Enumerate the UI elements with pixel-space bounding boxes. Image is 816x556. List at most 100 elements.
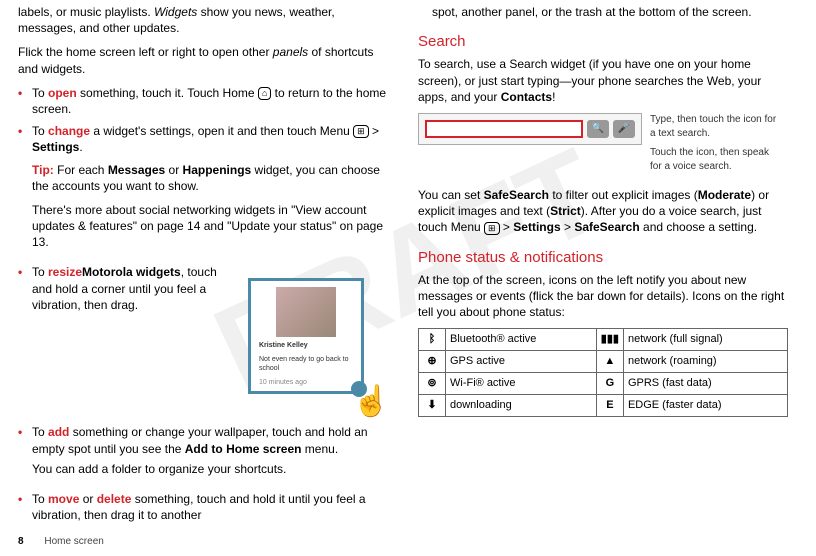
bullet-resize: • Kristine Kelley Not even ready to go b… (18, 264, 388, 418)
annotation-voice-search: Touch the icon, then speak for a voice s… (650, 146, 780, 173)
text: To (32, 265, 48, 279)
table-row: ᛒ Bluetooth® active ▮▮▮ network (full si… (419, 329, 788, 351)
bullet-move-delete: • To move or delete something, touch and… (18, 491, 388, 523)
roaming-icon: ▲ (596, 351, 623, 373)
widget-frame: Kristine Kelley Not even ready to go bac… (248, 278, 364, 394)
widget-status-text: Not even ready to go back to school (251, 353, 361, 376)
open-keyword: open (48, 86, 77, 100)
mic-icon[interactable]: 🎤 (613, 120, 635, 138)
widget-user-name: Kristine Kelley (251, 339, 361, 352)
download-icon: ⬇ (419, 394, 446, 416)
text: to filter out explicit images ( (549, 188, 698, 202)
left-column: labels, or music playlists. Widgets show… (18, 0, 388, 529)
text: > (561, 220, 575, 234)
contacts-bold: Contacts (501, 90, 552, 104)
search-heading: Search (418, 32, 788, 52)
intro-paragraph-2: Flick the home screen left or right to o… (18, 44, 388, 76)
move-keyword: move (48, 492, 79, 506)
bullet-open: • To open something, touch it. Touch Hom… (18, 85, 388, 117)
search-input[interactable] (425, 120, 583, 138)
text: To (32, 86, 48, 100)
tip-paragraph: Tip: For each Messages or Happenings wid… (32, 162, 388, 194)
signal-icon: ▮▮▮ (596, 329, 623, 351)
search-widget-illustration: 🔍 🎤 Type, then touch the icon for a text… (418, 113, 788, 179)
change-keyword: change (48, 124, 90, 138)
status-icons-table: ᛒ Bluetooth® active ▮▮▮ network (full si… (418, 328, 788, 416)
cell-gprs: GPRS (fast data) (623, 373, 787, 395)
moderate-bold: Moderate (698, 188, 751, 202)
text: and choose a setting. (640, 220, 757, 234)
cell-network-roaming: network (roaming) (623, 351, 787, 373)
widget-illustration: Kristine Kelley Not even ready to go bac… (238, 268, 388, 418)
status-paragraph: At the top of the screen, icons on the l… (418, 272, 788, 321)
wifi-icon: ⊚ (419, 373, 446, 395)
bullet-dot-icon: • (18, 424, 32, 485)
bullet-add: • To add something or change your wallpa… (18, 424, 388, 485)
search-icon[interactable]: 🔍 (587, 120, 609, 138)
page-number: 8 (18, 536, 24, 547)
safesearch-bold-2: SafeSearch (574, 220, 639, 234)
hand-icon: ☝ (353, 382, 390, 423)
text: ! (552, 90, 555, 104)
widgets-em: Widgets (154, 5, 197, 19)
delete-keyword: delete (97, 492, 132, 506)
folder-paragraph: You can add a folder to organize your sh… (32, 461, 388, 477)
add-to-home-bold: Add to Home screen (185, 442, 302, 456)
text: You can set (418, 188, 484, 202)
search-annotations: Type, then touch the icon for a text sea… (650, 113, 780, 179)
cell-gps: GPS active (446, 351, 597, 373)
menu-icon: ⊞ (484, 222, 500, 235)
settings-bold: Settings (513, 220, 560, 234)
safesearch-paragraph: You can set SafeSearch to filter out exp… (418, 187, 788, 236)
text: To search, use a Search widget (if you h… (418, 57, 761, 103)
gps-icon: ⊕ (419, 351, 446, 373)
text: Flick the home screen left or right to o… (18, 45, 273, 59)
text: > (500, 220, 514, 234)
edge-icon: E (596, 394, 623, 416)
safesearch-bold: SafeSearch (484, 188, 549, 202)
bullet-text: To change a widget's settings, open it a… (32, 123, 388, 258)
continuation-text: spot, another panel, or the trash at the… (432, 4, 788, 20)
cell-wifi: Wi-Fi® active (446, 373, 597, 395)
bullet-text: To add something or change your wallpape… (32, 424, 388, 485)
messages-bold: Messages (108, 163, 165, 177)
text: menu. (301, 442, 338, 456)
cell-edge: EDGE (faster data) (623, 394, 787, 416)
happenings-bold: Happenings (183, 163, 252, 177)
add-keyword: add (48, 425, 69, 439)
text: a widget's settings, open it and then to… (90, 124, 353, 138)
bullet-dot-icon: • (18, 85, 32, 117)
page-content: labels, or music playlists. Widgets show… (0, 0, 816, 529)
cell-downloading: downloading (446, 394, 597, 416)
resize-keyword: resize (48, 265, 82, 279)
table-row: ⊚ Wi-Fi® active G GPRS (fast data) (419, 373, 788, 395)
bullet-text: To move or delete something, touch and h… (32, 491, 388, 523)
tip-label: Tip: (32, 163, 54, 177)
cell-network-full: network (full signal) (623, 329, 787, 351)
bullet-text: Kristine Kelley Not even ready to go bac… (32, 264, 388, 418)
panels-em: panels (273, 45, 308, 59)
text: or (165, 163, 182, 177)
text: labels, or music playlists. (18, 5, 154, 19)
bullet-dot-icon: • (18, 491, 32, 523)
text: For each (54, 163, 108, 177)
home-icon: ⌂ (258, 87, 271, 100)
bluetooth-icon: ᛒ (419, 329, 446, 351)
social-paragraph: There's more about social networking wid… (32, 202, 388, 251)
text: To (32, 124, 48, 138)
text: > (369, 124, 379, 138)
text: To (32, 425, 48, 439)
strict-bold: Strict (550, 204, 581, 218)
text: or (79, 492, 96, 506)
status-heading: Phone status & notifications (418, 248, 788, 268)
gprs-icon: G (596, 373, 623, 395)
bullet-change: • To change a widget's settings, open it… (18, 123, 388, 258)
widget-photo (276, 287, 336, 337)
bullet-dot-icon: • (18, 264, 32, 418)
bullet-dot-icon: • (18, 123, 32, 258)
right-column: spot, another panel, or the trash at the… (418, 0, 788, 529)
menu-icon: ⊞ (353, 125, 369, 138)
text: To (32, 492, 48, 506)
cell-bluetooth: Bluetooth® active (446, 329, 597, 351)
text: something, touch it. Touch Home (77, 86, 258, 100)
